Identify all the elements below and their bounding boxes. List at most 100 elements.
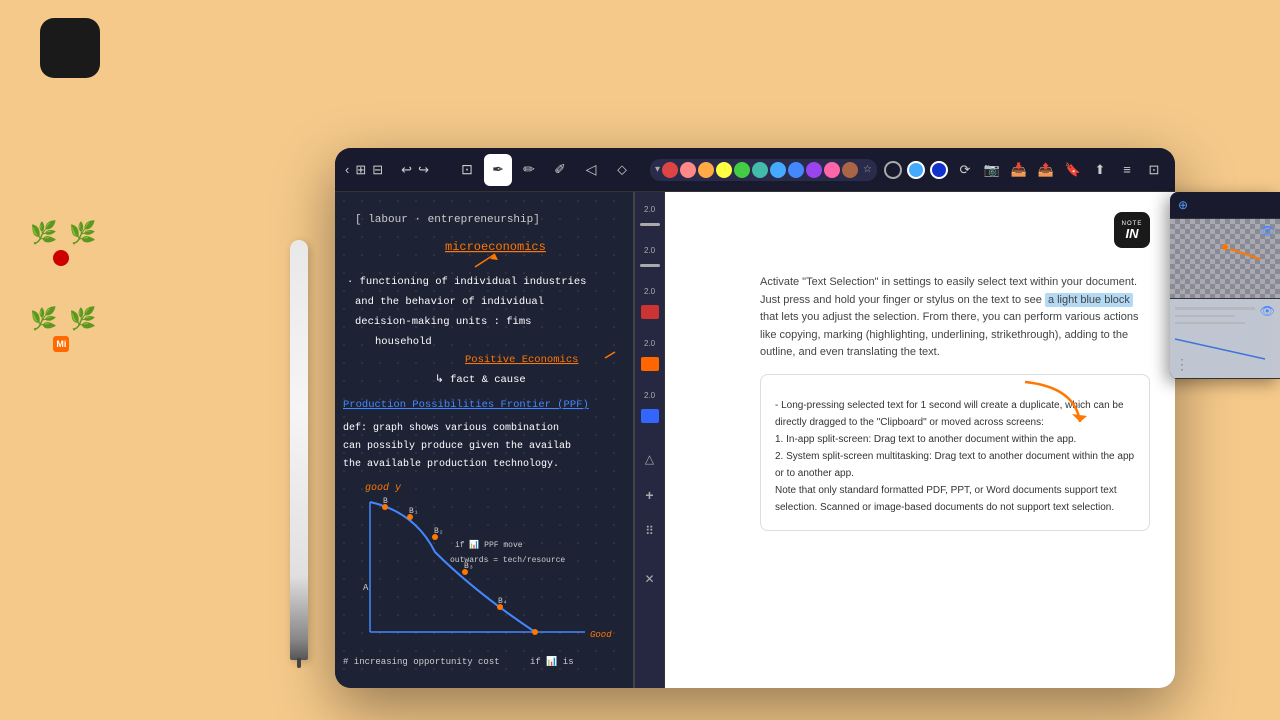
layer-item-1[interactable]: 👁 ⋮ xyxy=(1170,219,1280,299)
award-wreath-2: 🌿 🌿 xyxy=(30,306,97,332)
close-panel-icon[interactable]: ✕ xyxy=(638,567,662,591)
svg-text:can possibly produce given the: can possibly produce given the availab xyxy=(343,440,571,452)
svg-text:B: B xyxy=(383,497,388,506)
layer-1-visibility-icon[interactable]: 👁 xyxy=(1260,224,1275,238)
note-in-logo-small: NOTE IN xyxy=(1114,212,1150,248)
drag-tool[interactable]: ⠿ xyxy=(638,519,662,543)
svg-text:if 📊 is: if 📊 is xyxy=(530,655,574,667)
export-icon[interactable]: 📤 xyxy=(1035,159,1057,181)
tablet-content: [ labour · entrepreneurship] microeconom… xyxy=(335,192,1175,688)
award-golden-mi: 🌿 🌿 Mi xyxy=(30,306,97,352)
svg-text:Production Possibilities Front: Production Possibilities Frontier (PPF) xyxy=(343,399,589,411)
undo-icon[interactable]: ↩ xyxy=(401,159,412,181)
svg-text:A: A xyxy=(363,583,369,593)
star-icon[interactable]: ☆ xyxy=(863,164,872,175)
palette-dropdown-icon[interactable]: ▾ xyxy=(655,164,660,175)
brush-size-4[interactable]: 2.0 xyxy=(638,331,662,355)
svg-text:B₁: B₁ xyxy=(409,507,419,516)
svg-text:outwards = tech/resource: outwards = tech/resource xyxy=(450,556,565,565)
layer-2-visibility-icon[interactable]: 👁 xyxy=(1260,304,1275,318)
color-picker-filled[interactable] xyxy=(907,161,925,179)
layers-header: ⊕ xyxy=(1170,192,1280,219)
sync-icon[interactable]: ⟳ xyxy=(954,159,976,181)
color-cyan[interactable] xyxy=(770,162,786,178)
layer-item-2[interactable]: 👁 ⋮ xyxy=(1170,299,1280,379)
stylus xyxy=(290,240,308,660)
svg-text:[ labour · entrepreneurship]: [ labour · entrepreneurship] xyxy=(355,214,540,226)
svg-text:decision-making units : fims: decision-making units : fims xyxy=(355,316,531,328)
color-blue[interactable] xyxy=(788,162,804,178)
svg-text:good y: good y xyxy=(365,482,402,494)
svg-text:if 📊 PPF move: if 📊 PPF move xyxy=(455,539,523,550)
award-1-brand xyxy=(53,250,73,266)
color-green[interactable] xyxy=(734,162,750,178)
layout-icon[interactable]: ⊡ xyxy=(1143,159,1165,181)
awards-section: 🌿 🌿 🌿 🌿 Mi xyxy=(30,220,97,352)
wreath-right-icon-2: 🌿 xyxy=(69,306,96,332)
import-icon[interactable]: 📥 xyxy=(1008,159,1030,181)
color-swatch-orange[interactable] xyxy=(641,357,659,371)
pen-tool-4[interactable]: ◁ xyxy=(577,154,605,186)
color-pink[interactable] xyxy=(680,162,696,178)
color-teal[interactable] xyxy=(752,162,768,178)
triangle-tool[interactable]: △ xyxy=(638,447,662,471)
brush-size-1[interactable]: 2.0 xyxy=(638,197,662,221)
back-icon[interactable]: ‹ xyxy=(345,159,349,181)
svg-text:# increasing opportunity cost: # increasing opportunity cost xyxy=(343,657,500,667)
pdf-panel: NOTE IN Activate "Text Selection" in s xyxy=(665,192,1175,688)
color-magenta[interactable] xyxy=(824,162,840,178)
color-brown[interactable] xyxy=(842,162,858,178)
mi-logo-icon: Mi xyxy=(53,336,69,352)
toolbar-right-group: ⟳ 📷 📥 📤 🔖 ⬆ ≡ ⊡ xyxy=(954,159,1165,181)
brush-1[interactable] xyxy=(640,223,660,226)
color-purple[interactable] xyxy=(806,162,822,178)
brush-size-3[interactable]: 2.0 xyxy=(638,279,662,303)
color-swatch-red[interactable] xyxy=(641,305,659,319)
wreath-right-icon: 🌿 xyxy=(69,220,96,246)
layers-panel: ⊕ 👁 ⋮ 👁 ⋮ xyxy=(1170,192,1280,379)
color-orange[interactable] xyxy=(698,162,714,178)
layer-2-options-icon[interactable]: ⋮ xyxy=(1175,356,1189,373)
svg-text:the available production techn: the available production technology. xyxy=(343,458,559,470)
wreath-left-icon-2: 🌿 xyxy=(30,306,57,332)
color-red[interactable] xyxy=(662,162,678,178)
svg-text:and the behavior of individual: and the behavior of individual xyxy=(355,296,544,308)
wreath-left-icon: 🌿 xyxy=(30,220,57,246)
brush-2[interactable] xyxy=(640,264,660,267)
pen-tool-3[interactable]: ✐ xyxy=(546,154,574,186)
pen-tool-1[interactable]: ✒ xyxy=(484,154,512,186)
color-yellow[interactable] xyxy=(716,162,732,178)
pdf-part-header: NOTE IN xyxy=(690,212,1150,248)
bookmark-icon[interactable]: 🔖 xyxy=(1062,159,1084,181)
svg-text:microeconomics: microeconomics xyxy=(445,240,546,254)
svg-text:· functioning of individual in: · functioning of individual industries xyxy=(347,276,586,288)
brush-size-5[interactable]: 2.0 xyxy=(638,383,662,407)
plus-icon: ⊕ xyxy=(1178,198,1188,212)
arrow-decoration-svg xyxy=(1015,372,1095,432)
add-tool[interactable]: + xyxy=(638,483,662,507)
layer-1-options-icon[interactable]: ⋮ xyxy=(1175,276,1189,293)
handwriting-content: [ labour · entrepreneurship] microeconom… xyxy=(335,192,633,688)
huawei-logo-icon xyxy=(53,250,69,266)
svg-text:B₄: B₄ xyxy=(498,597,508,606)
pen-tool-5[interactable]: ⬦ xyxy=(608,154,636,186)
layers-icon[interactable]: ≡ xyxy=(1116,159,1138,181)
input-tool[interactable]: ⊡ xyxy=(453,154,481,186)
brush-size-2[interactable]: 2.0 xyxy=(638,238,662,262)
highlight-span: a light blue block xyxy=(1045,293,1133,307)
color-picker-dark[interactable] xyxy=(930,161,948,179)
grid-icon[interactable]: ⊞ xyxy=(355,159,366,181)
handwriting-svg: [ labour · entrepreneurship] microeconom… xyxy=(335,192,625,682)
add-layer-button[interactable]: ⊕ xyxy=(1178,198,1192,212)
share-icon[interactable]: ⬆ xyxy=(1089,159,1111,181)
pen-tool-2[interactable]: ✏ xyxy=(515,154,543,186)
camera-icon[interactable]: 📷 xyxy=(981,159,1003,181)
side-tools-panel: 2.0 2.0 2.0 2.0 2.0 △ + ⠿ ✕ xyxy=(635,192,665,688)
svg-text:B₂: B₂ xyxy=(434,527,444,536)
color-picker-outline[interactable] xyxy=(884,161,902,179)
handwriting-panel: [ labour · entrepreneurship] microeconom… xyxy=(335,192,635,688)
pen-tools-group: ⊡ ✒ ✏ ✐ ◁ ⬦ xyxy=(453,154,636,186)
pages-icon[interactable]: ⊟ xyxy=(372,159,383,181)
color-swatch-blue[interactable] xyxy=(641,409,659,423)
redo-icon[interactable]: ↪ xyxy=(418,159,429,181)
